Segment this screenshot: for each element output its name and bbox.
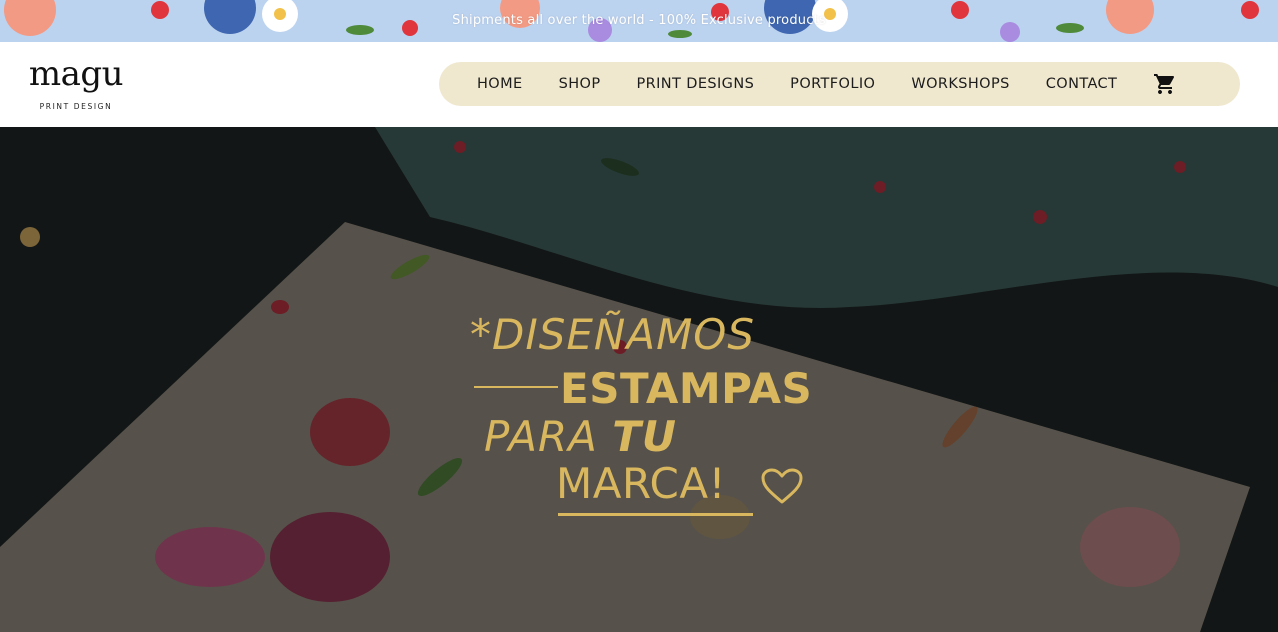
headline-line-2: ESTAMPAS: [560, 364, 813, 413]
nav-item-portfolio[interactable]: PORTFOLIO: [790, 76, 875, 92]
hero-headline: *DISEÑAMOS ESTAMPAS PARA TU MARCA!: [0, 127, 1278, 632]
nav-item-workshops[interactable]: WORKSHOPS: [911, 76, 1009, 92]
nav-item-print-designs[interactable]: PRINT DESIGNS: [636, 76, 754, 92]
announcement-bar: Shipments all over the world - 100% Excl…: [0, 0, 1278, 42]
logo[interactable]: magu PRINT DESIGN: [24, 56, 128, 116]
headline-line-4: MARCA!: [556, 459, 726, 508]
headline-underline: [558, 513, 753, 516]
headline-line-3: PARA TU: [484, 412, 677, 461]
headline-line-1: *DISEÑAMOS: [470, 310, 756, 359]
nav-item-home[interactable]: HOME: [477, 76, 523, 92]
announcement-text: Shipments all over the world - 100% Excl…: [452, 13, 826, 28]
logo-wordmark: magu: [28, 54, 124, 94]
logo-subtitle: PRINT DESIGN: [39, 102, 113, 111]
headline-line-3-prefix: PARA: [484, 412, 613, 461]
shopping-cart-icon[interactable]: [1153, 72, 1177, 96]
site-header: magu PRINT DESIGN HOME SHOP PRINT DESIGN…: [0, 42, 1278, 127]
main-nav: HOME SHOP PRINT DESIGNS PORTFOLIO WORKSH…: [439, 62, 1240, 106]
nav-item-shop[interactable]: SHOP: [559, 76, 601, 92]
nav-item-contact[interactable]: CONTACT: [1046, 76, 1118, 92]
headline-line-3-emphasis: TU: [612, 412, 677, 461]
headline-dash: [474, 386, 558, 388]
heart-outline-icon: [761, 468, 803, 504]
hero-banner: *DISEÑAMOS ESTAMPAS PARA TU MARCA!: [0, 127, 1278, 632]
